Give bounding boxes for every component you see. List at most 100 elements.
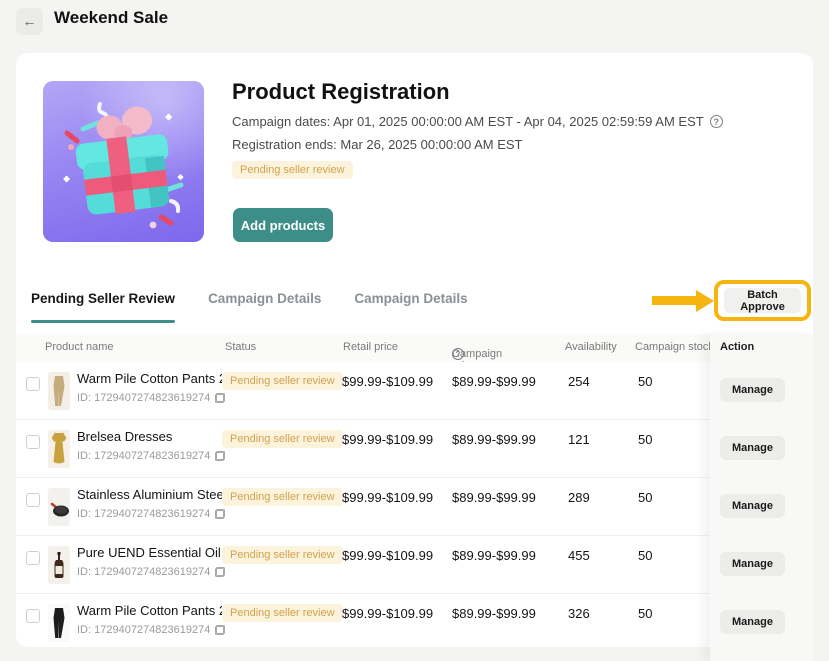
table-row: Stainless Aluminium Steel P... ID: 17294… (16, 478, 813, 536)
product-name: Warm Pile Cotton Pants 21-... (77, 603, 222, 618)
copy-icon[interactable] (215, 625, 226, 635)
product-id: ID: 1729407274823619274 (77, 392, 226, 404)
availability-value: 254 (568, 374, 590, 389)
availability-value: 121 (568, 432, 590, 447)
product-thumbnail (48, 488, 70, 526)
action-cell: Manage (710, 536, 813, 594)
page-title: Weekend Sale (54, 8, 169, 27)
copy-icon[interactable] (215, 393, 226, 403)
campaign-stock-value: 50 (638, 490, 653, 505)
black-pants-image (48, 604, 70, 642)
manage-button[interactable]: Manage (720, 436, 785, 460)
action-cell: Manage (710, 478, 813, 536)
product-name: Pure UEND Essential Oil (77, 545, 221, 560)
action-cell: Manage (710, 594, 813, 652)
table-row: Warm Pile Cotton Pants 21-... ID: 172940… (16, 594, 813, 647)
product-name: Warm Pile Cotton Pants 21-... (77, 371, 222, 386)
copy-icon[interactable] (215, 509, 226, 519)
row-status-badge: Pending seller review (222, 430, 343, 448)
header-availability: Availability (565, 341, 617, 353)
tab-pending-seller-review[interactable]: Pending Seller Review (31, 291, 176, 323)
row-status-badge: Pending seller review (222, 372, 343, 390)
product-id-text: ID: 1729407274823619274 (77, 450, 211, 462)
manage-button[interactable]: Manage (720, 378, 785, 402)
help-icon[interactable]: ? (709, 115, 723, 128)
status-badge: Pending seller review (232, 161, 353, 179)
annotation-arrow-shaft (652, 296, 700, 305)
oil-bottle-image (48, 546, 70, 584)
header-retail-price: Retail price (343, 341, 399, 353)
retail-price: $99.99-$109.99 (342, 490, 434, 505)
availability-value: 326 (568, 606, 590, 621)
khaki-pants-image (48, 372, 70, 410)
retail-price: $99.99-$109.99 (342, 432, 434, 447)
row-checkbox[interactable] (26, 377, 40, 391)
row-checkbox[interactable] (26, 609, 40, 623)
campaign-dates: Campaign dates: Apr 01, 2025 00:00:00 AM… (232, 114, 723, 129)
row-checkbox[interactable] (26, 493, 40, 507)
copy-icon[interactable] (215, 567, 226, 577)
back-button[interactable]: ← (16, 8, 43, 35)
product-name: Stainless Aluminium Steel P... (77, 487, 222, 502)
availability-value: 289 (568, 490, 590, 505)
action-cell: Manage (710, 420, 813, 478)
availability-value: 455 (568, 548, 590, 563)
annotation-arrow-icon (696, 289, 714, 312)
campaign-stock-value: 50 (638, 606, 653, 621)
manage-button[interactable]: Manage (720, 610, 785, 634)
row-checkbox[interactable] (26, 435, 40, 449)
top-bar: ← Weekend Sale (0, 0, 829, 45)
product-thumbnail (48, 372, 70, 410)
campaign-gift-image (43, 81, 204, 242)
table-row: Brelsea Dresses ID: 1729407274823619274 … (16, 420, 813, 478)
product-thumbnail (48, 430, 70, 468)
row-status-badge: Pending seller review (222, 488, 343, 506)
manage-button[interactable]: Manage (720, 494, 785, 518)
product-id-text: ID: 1729407274823619274 (77, 566, 211, 578)
product-id: ID: 1729407274823619274 (77, 508, 226, 520)
product-id: ID: 1729407274823619274 (77, 450, 226, 462)
campaign-price: $89.99-$99.99 (452, 548, 536, 563)
tab-bar: Pending Seller Review Campaign Details C… (31, 291, 468, 323)
retail-price: $99.99-$109.99 (342, 548, 434, 563)
campaign-stock-value: 50 (638, 374, 653, 389)
campaign-price: $89.99-$99.99 (452, 374, 536, 389)
campaign-price: $89.99-$99.99 (452, 606, 536, 621)
tab-campaign-details-1[interactable]: Campaign Details (208, 291, 321, 321)
tab-campaign-details-2[interactable]: Campaign Details (354, 291, 467, 321)
action-column: Action Manage Manage Manage Manage Manag… (710, 334, 813, 661)
gift-illustration (63, 102, 184, 229)
header-status: Status (225, 341, 257, 353)
batch-approve-button[interactable]: Batch Approve (724, 288, 801, 313)
product-id: ID: 1729407274823619274 (77, 566, 226, 578)
frying-pan-image (48, 488, 70, 526)
back-arrow-icon: ← (22, 13, 37, 29)
product-thumbnail (48, 604, 70, 642)
product-thumbnail (48, 546, 70, 584)
row-checkbox[interactable] (26, 551, 40, 565)
campaign-stock-value: 50 (638, 548, 653, 563)
table-header: Product name Status Retail price Campaig… (16, 334, 813, 372)
help-icon[interactable]: ? (452, 348, 464, 360)
campaign-price: $89.99-$99.99 (452, 432, 536, 447)
retail-price: $99.99-$109.99 (342, 374, 434, 389)
product-name: Brelsea Dresses (77, 429, 173, 444)
add-products-button[interactable]: Add products (233, 208, 333, 242)
table-row: Pure UEND Essential Oil ID: 172940727482… (16, 536, 813, 594)
registration-ends: Registration ends: Mar 26, 2025 00:00:00… (232, 137, 523, 152)
copy-icon[interactable] (215, 451, 226, 461)
product-id-text: ID: 1729407274823619274 (77, 624, 211, 636)
campaign-card: Product Registration Campaign dates: Apr… (16, 53, 813, 647)
action-cell: Manage (710, 362, 813, 420)
manage-button[interactable]: Manage (720, 552, 785, 576)
row-status-badge: Pending seller review (222, 546, 343, 564)
campaign-stock-value: 50 (638, 432, 653, 447)
product-id: ID: 1729407274823619274 (77, 624, 226, 636)
table-row: Warm Pile Cotton Pants 21-... ID: 172940… (16, 362, 813, 420)
campaign-price: $89.99-$99.99 (452, 490, 536, 505)
retail-price: $99.99-$109.99 (342, 606, 434, 621)
header-product-name: Product name (45, 341, 114, 353)
registration-ends-text: Registration ends: Mar 26, 2025 00:00:00… (232, 137, 523, 152)
row-status-badge: Pending seller review (222, 604, 343, 622)
campaign-dates-text: Campaign dates: Apr 01, 2025 00:00:00 AM… (232, 114, 704, 129)
